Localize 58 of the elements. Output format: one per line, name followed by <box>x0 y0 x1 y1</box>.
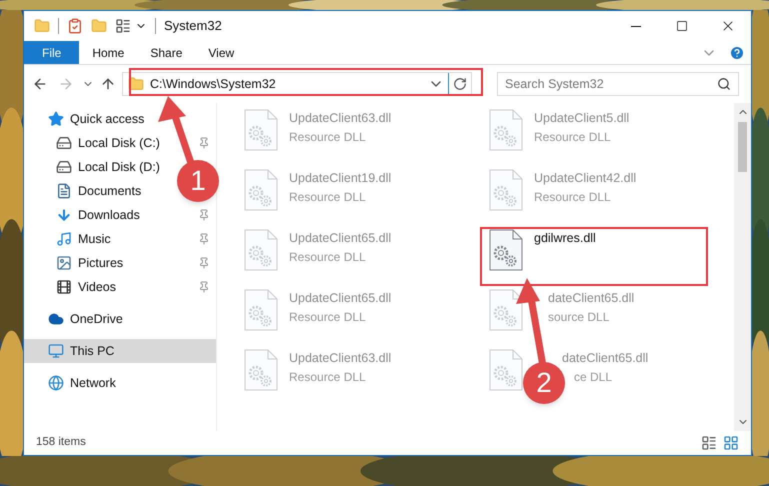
address-field[interactable]: C:\Windows\System32 <box>122 72 472 96</box>
file-type: source DLL <box>548 308 610 326</box>
cloud-icon <box>48 311 64 327</box>
refresh-icon[interactable] <box>453 77 467 91</box>
search-field[interactable]: Search System32 <box>497 72 739 96</box>
up-icon[interactable] <box>100 76 116 92</box>
nav-item[interactable]: Downloads <box>56 206 140 224</box>
nav-item[interactable]: Local Disk (D:) <box>56 158 160 176</box>
nav-item[interactable]: Videos <box>56 278 116 296</box>
download-icon <box>56 207 72 223</box>
pin-icon <box>198 137 210 149</box>
file-type: Resource DLL <box>534 188 611 206</box>
back-icon[interactable] <box>32 76 48 92</box>
search-icon[interactable] <box>717 77 731 91</box>
file-type: Resource DLL <box>289 308 366 326</box>
pin-icon <box>198 281 210 293</box>
pin-icon <box>198 233 210 245</box>
file-type: Resource DLL <box>289 368 366 386</box>
large-icons-view-icon[interactable] <box>723 435 739 451</box>
dll-file-icon[interactable] <box>489 229 523 271</box>
network-icon <box>48 375 64 391</box>
forward-icon[interactable] <box>58 76 74 92</box>
file-name[interactable]: gdilwres.dll <box>534 229 596 248</box>
view-icon[interactable] <box>115 18 131 34</box>
star-icon <box>48 111 64 127</box>
maximize-icon <box>676 20 688 32</box>
ribbon-tab[interactable]: View <box>195 41 248 64</box>
file-type: Resource DLL <box>289 128 366 146</box>
nav-item[interactable]: Music <box>56 230 111 248</box>
drive-icon <box>56 159 72 175</box>
item-count: 158 items <box>36 435 86 450</box>
file-type: ce DLL <box>574 368 612 386</box>
file-type: Resource DLL <box>289 248 366 266</box>
scrollbar[interactable] <box>734 103 751 431</box>
music-note-icon <box>56 231 72 247</box>
nav-item[interactable]: This PC <box>48 342 114 360</box>
picture-icon <box>56 255 72 271</box>
monitor-icon <box>48 343 64 359</box>
file-type: Resource DLL <box>289 188 366 206</box>
ribbon-tab[interactable]: Share <box>137 41 196 64</box>
nav-item[interactable]: OneDrive <box>48 310 123 328</box>
properties-icon[interactable] <box>67 18 83 34</box>
drive-icon <box>56 135 72 151</box>
help-icon[interactable] <box>729 44 745 60</box>
document-icon <box>56 183 72 199</box>
film-icon <box>56 279 72 295</box>
nav-item[interactable]: Quick access <box>48 110 144 128</box>
nav-item[interactable]: Network <box>48 374 116 392</box>
pin-icon <box>198 209 210 221</box>
pin-icon <box>198 257 210 269</box>
scroll-thumb[interactable] <box>738 122 747 172</box>
details-view-icon[interactable] <box>701 435 717 451</box>
file-type: Resource DLL <box>534 128 611 146</box>
nav-item[interactable]: Local Disk (C:) <box>56 134 160 152</box>
window-title: System32 <box>164 17 222 36</box>
nav-item[interactable]: Documents <box>56 182 142 200</box>
nav-item[interactable]: Pictures <box>56 254 124 272</box>
ribbon-tab[interactable]: Home <box>79 41 138 64</box>
